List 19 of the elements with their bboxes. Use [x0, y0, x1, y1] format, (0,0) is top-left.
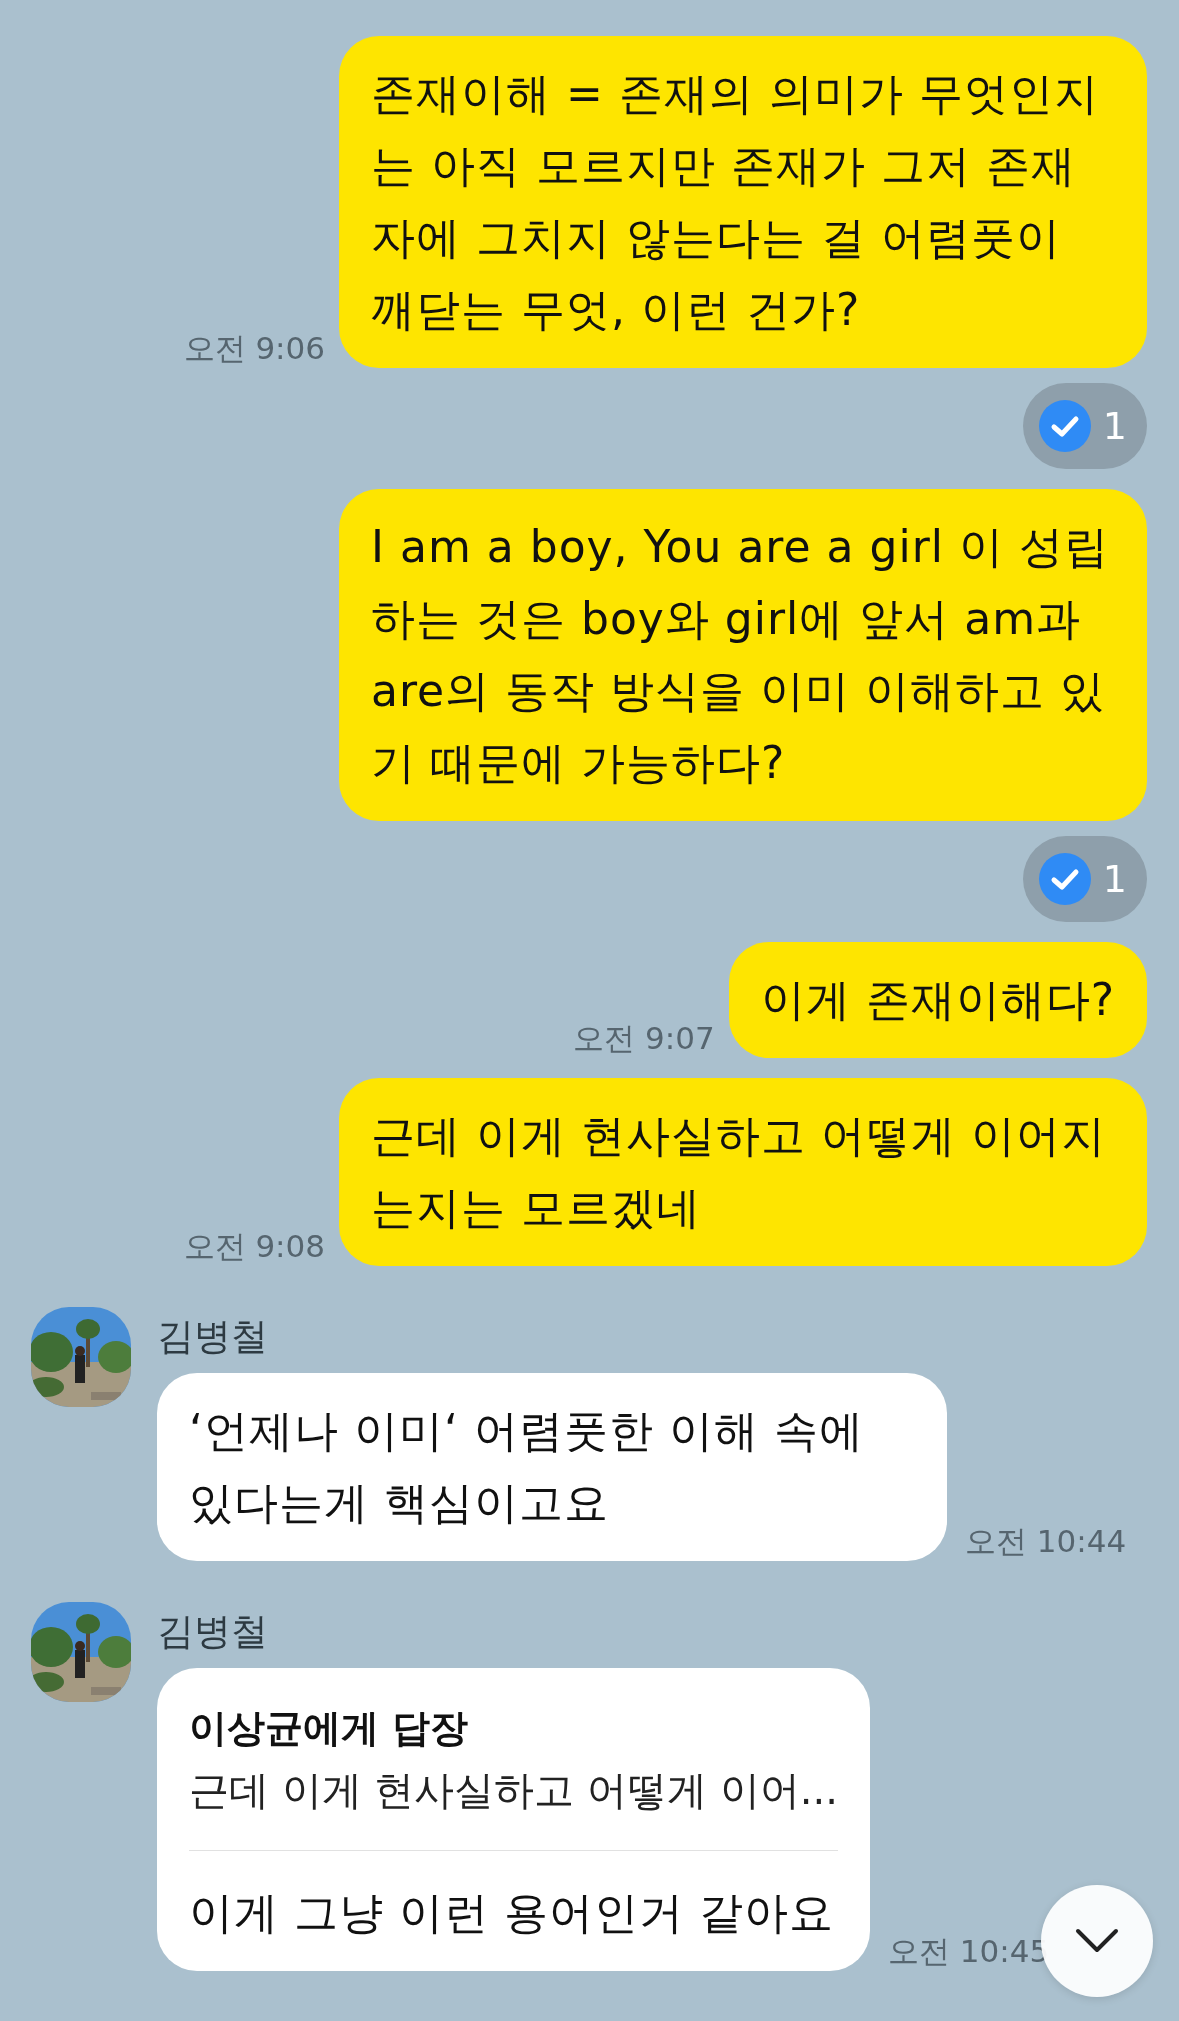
- sender-name: 김병철: [157, 1610, 269, 1654]
- read-count-badge[interactable]: 1: [1022, 383, 1147, 469]
- check-icon: [1038, 853, 1091, 905]
- message-bubble: I am a boy, You are a girl 이 성립하는 것은 boy와 girl에 앞서 am과 are의 동작 방식을 이미 이해하고 있기 때문에 가능하다?: [339, 489, 1147, 821]
- reply-quote: 근데 이게 현사실하고 어떻게 이어...: [189, 1766, 838, 1815]
- chevron-down-icon: [1075, 1928, 1119, 1954]
- message-bubble: ‘언제나 이미‘ 어렴풋한 이해 속에 있다는게 핵심이고요: [157, 1373, 947, 1561]
- message-time: 오전 9:08: [183, 1231, 325, 1266]
- message-bubble: 이게 존재이해다?: [728, 942, 1147, 1058]
- message-time: 오전 9:06: [183, 333, 325, 368]
- message-time: 오전 9:07: [573, 1023, 715, 1058]
- message-text: 이게 그냥 이런 용어인거 같아요: [189, 1887, 834, 1938]
- message-bubble: 존재이해 = 존재의 의미가 무엇인지는 아직 모르지만 존재가 그저 존재자에 그치지 않는다는 걸 어렴풋이 깨닫는 무엇, 이런 건가?: [339, 36, 1147, 368]
- read-count-badge[interactable]: 1: [1022, 836, 1147, 922]
- message-bubble: 근데 이게 현사실하고 어떻게 이어지는지는 모르겠네: [339, 1078, 1147, 1266]
- check-icon: [1038, 400, 1091, 452]
- message-time: 오전 10:44: [965, 1526, 1127, 1561]
- reply-title: 이상균에게 답장: [189, 1705, 470, 1752]
- sender-name: 김병철: [157, 1315, 269, 1359]
